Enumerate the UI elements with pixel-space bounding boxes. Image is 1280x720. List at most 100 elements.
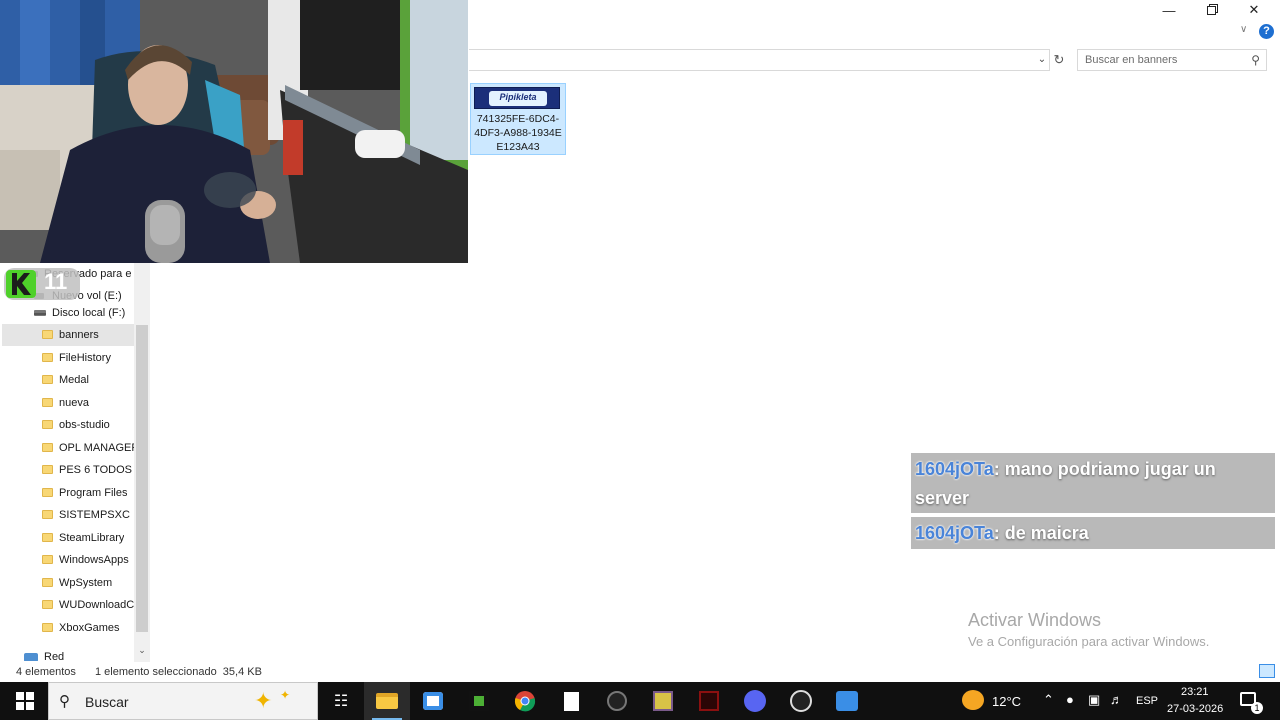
folder-icon (42, 532, 53, 542)
help-button[interactable]: ? (1259, 24, 1274, 39)
chat-message: 1604jOTa: de maicra (911, 517, 1275, 549)
chat-message: 1604jOTa: mano podriamo jugar un server (911, 453, 1275, 513)
obs-icon (790, 690, 812, 712)
nav-item-xboxgames[interactable]: XboxGames (42, 617, 120, 639)
notification-count: 1 (1251, 702, 1263, 714)
taskbar-search-box[interactable]: ⚲ Buscar ✦ ✦ (48, 682, 318, 720)
nav-item-windowsapps[interactable]: WindowsApps (42, 549, 129, 571)
nav-item-medal[interactable]: Medal (42, 369, 89, 391)
nav-item-filehistory[interactable]: FileHistory (42, 347, 111, 369)
winrar-icon (653, 691, 673, 711)
chat-username: 1604jOTa (915, 459, 994, 479)
address-dropdown-icon[interactable]: ⌄ (1034, 50, 1050, 70)
nav-item-sistempsxc[interactable]: SISTEMPSXC (42, 504, 130, 526)
nav-item-nueva[interactable]: nueva (42, 392, 89, 414)
logo-number: 11 (44, 269, 68, 294)
scroll-down-arrow-icon[interactable]: ⌄ (134, 645, 150, 656)
item-count: 4 elementos (16, 666, 76, 678)
webcam-overlay (0, 0, 468, 263)
network-status-icon[interactable]: ▣ (1088, 692, 1100, 708)
folder-icon (42, 599, 53, 609)
microphone-icon[interactable]: ● (1066, 692, 1074, 707)
weather-icon[interactable] (962, 690, 984, 710)
folder-icon (42, 554, 53, 564)
folder-icon (42, 442, 53, 452)
ribbon-expand-chevron-icon[interactable]: ∨ (1240, 24, 1247, 35)
restore-button[interactable] (1189, 0, 1233, 20)
file-thumbnail: Pipikleta (474, 87, 560, 109)
nav-item-wudownload[interactable]: WUDownloadC (42, 594, 134, 616)
file-name: 741325FE-6DC4-4DF3-A988-1934EE123A43 (474, 113, 562, 153)
refresh-icon[interactable]: ↻ (1050, 50, 1068, 70)
folder-icon (42, 374, 53, 384)
chrome-taskbar[interactable] (502, 682, 548, 720)
folder-icon (42, 397, 53, 407)
large-icons-view-icon[interactable] (1259, 664, 1276, 678)
game-taskbar[interactable] (594, 682, 640, 720)
red-app-taskbar[interactable] (686, 682, 732, 720)
file-explorer-taskbar[interactable] (364, 682, 410, 720)
nav-item-pes6[interactable]: PES 6 TODOS (42, 459, 132, 481)
tray-overflow-icon[interactable]: ⌃ (1043, 692, 1054, 708)
search-icon: ⚲ (59, 693, 70, 710)
nav-item-obs-studio[interactable]: obs-studio (42, 414, 110, 436)
folder-icon (42, 509, 53, 519)
notepad-icon (563, 691, 579, 711)
clock-time[interactable]: 23:21 (1181, 686, 1209, 698)
windows-logo-icon (16, 692, 34, 710)
nav-item-banners[interactable]: banners (2, 324, 134, 346)
folder-icon (42, 419, 53, 429)
nav-item-disco-local[interactable]: Disco local (F:) (34, 302, 125, 324)
start-button[interactable] (2, 682, 48, 720)
nav-scrollbar-thumb[interactable] (136, 325, 148, 632)
store-icon (423, 692, 443, 710)
minimize-button[interactable]: — (1147, 0, 1191, 20)
clock-date[interactable]: 27-03-2026 (1167, 703, 1223, 715)
details-view-icon[interactable] (1238, 664, 1252, 678)
nav-item-red[interactable]: Red (24, 647, 64, 661)
nav-item-steamlibrary[interactable]: SteamLibrary (42, 527, 124, 549)
chrome-icon (514, 691, 536, 712)
thumbnail-text: Pipikleta (499, 92, 537, 102)
search-input[interactable]: Buscar en banners ⚲ (1077, 49, 1267, 71)
folder-icon (42, 577, 53, 587)
game-icon (607, 691, 627, 711)
winrar-taskbar[interactable] (640, 682, 686, 720)
address-bar[interactable] (469, 49, 1050, 71)
nav-item-opl-manager[interactable]: OPL MANAGER (42, 437, 134, 459)
volume-icon[interactable]: ♬ (1110, 692, 1123, 707)
folder-icon (42, 464, 53, 474)
store-taskbar[interactable] (410, 682, 456, 720)
chat-text: : de maicra (993, 523, 1089, 543)
notepad-taskbar[interactable] (548, 682, 594, 720)
chat-username: 1604jOTa (915, 523, 994, 543)
obs-taskbar[interactable] (778, 682, 824, 720)
file-item-selected[interactable]: Pipikleta 741325FE-6DC4-4DF3-A988-1934EE… (470, 83, 566, 155)
language-indicator[interactable]: ESP (1136, 695, 1158, 707)
k11-logo: 11 (4, 268, 80, 300)
navigation-pane: Reservado para e Nuevo vol (E:) Disco lo… (0, 263, 150, 663)
folder-icon (42, 352, 53, 362)
nav-item-wpsystem[interactable]: WpSystem (42, 572, 112, 594)
photos-taskbar[interactable] (824, 682, 870, 720)
activate-windows-title: Activar Windows (968, 610, 1102, 630)
task-view-button[interactable]: ☷ (318, 682, 364, 720)
minimize-icon: — (1162, 2, 1176, 18)
sparkle-icon: ✦ (254, 688, 273, 713)
discord-taskbar[interactable] (732, 682, 778, 720)
view-switcher (1234, 664, 1276, 678)
file-explorer-icon (376, 693, 398, 709)
nav-item-program-files[interactable]: Program Files (42, 482, 127, 504)
status-bar: 4 elementos 1 elemento seleccionado 35,4… (0, 662, 1280, 682)
discord-icon (744, 690, 766, 712)
close-button[interactable]: ✕ (1232, 0, 1276, 20)
activate-windows-subtitle: Ve a Configuración para activar Windows. (968, 634, 1210, 649)
minecraft-icon (469, 691, 489, 711)
collapse-arrow-icon[interactable] (34, 313, 46, 315)
photos-icon (836, 691, 858, 711)
search-icon: ⚲ (1251, 53, 1260, 67)
app-red-icon (699, 691, 719, 711)
network-icon (24, 652, 38, 661)
minecraft-taskbar[interactable] (456, 682, 502, 720)
weather-temp[interactable]: 12°C (992, 694, 1021, 709)
